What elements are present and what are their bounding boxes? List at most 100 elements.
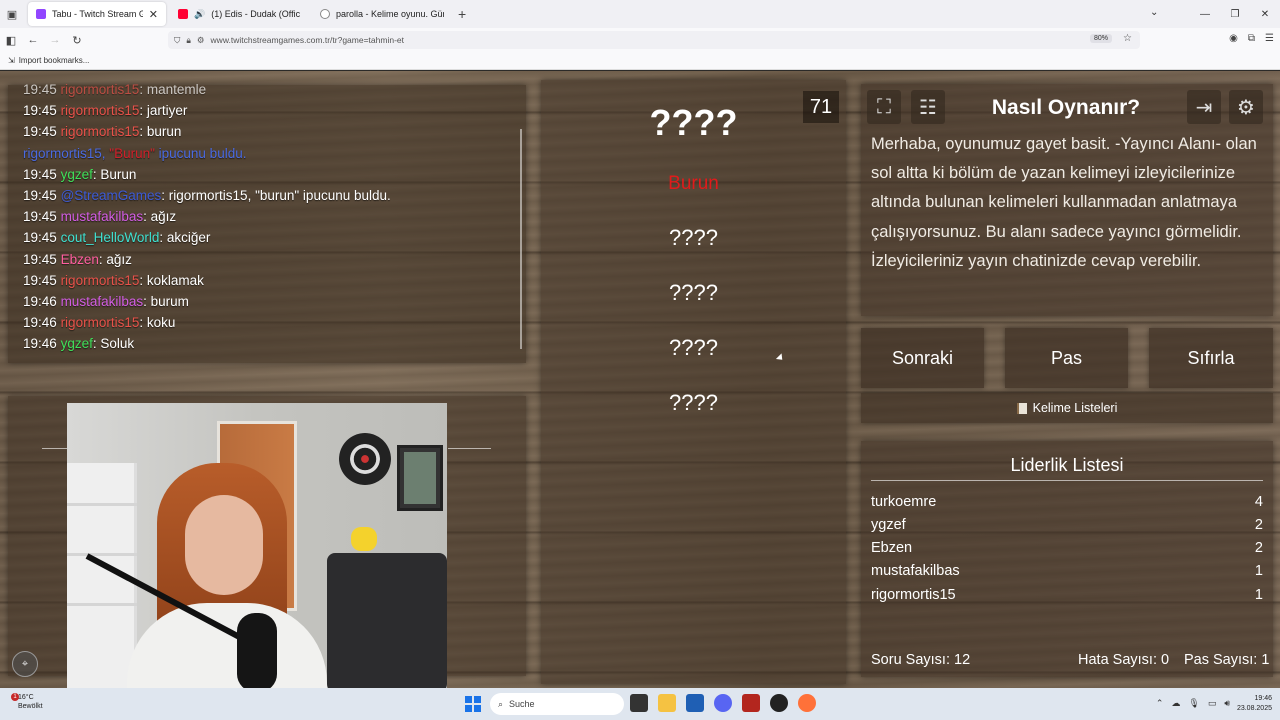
chat-line: 19:45 rigormortis15: koklamak [23,272,204,288]
notes-icon[interactable]: ☷ [911,90,945,124]
word-lists-button[interactable]: Kelime Listeleri [861,393,1273,423]
leaderboard-row: rigormortis15 1 [871,587,1263,603]
how-to-play-panel: ⛶ ☷ Nasıl Oynanır? ⇥ ⚙ Merhaba, oyunumuz… [861,84,1273,316]
account-icon[interactable]: ◉ [1229,33,1238,44]
extensions-icon[interactable]: ⧉ [1248,33,1255,44]
tab-title: Tabu - Twitch Stream Games [52,9,143,19]
chat-line: 19:46 ygzef: Soluk [23,336,135,352]
chat-line: 19:45 rigormortis15: jartiyer [23,103,188,119]
chat-messages: 19:45 rigormortis15: mantemle 19:45 rigo… [23,79,391,355]
twitch-icon [36,9,46,19]
back-icon[interactable]: ← [22,34,44,46]
reset-button[interactable]: Sıfırla [1149,328,1273,388]
next-button[interactable]: Sonraki [861,328,984,388]
restore-icon[interactable]: ❐ [1220,9,1250,20]
chat-line: 19:45 rigormortis15: mantemle [23,82,207,97]
zoom-badge[interactable]: 80% [1089,34,1112,43]
close-icon[interactable]: ✕ [149,8,158,21]
windows-taskbar: 1 16°C Bewölkt ⌕ Suche ⌃ ☁ 🎙︎ ▭ 🔊︎ 19:46… [0,688,1280,720]
store-icon[interactable] [686,694,704,712]
clock-date: 23.08.2025 [1236,705,1272,712]
fullscreen-icon[interactable]: ⛶ [867,90,901,124]
masked-word: ???? [669,280,718,305]
cloud-icon[interactable]: ☁ [1171,698,1180,709]
tab-youtube[interactable]: 🔊 (1) Edis - Dudak (Official Vi [170,2,308,26]
sidebar-icon[interactable]: ◧ [0,34,22,47]
tab-overview-icon[interactable]: ▣ [0,0,24,28]
system-tray: ⌃ ☁ 🎙︎ ▭ 🔊︎ [1156,698,1230,709]
permissions-icon[interactable]: ⚙ [197,35,205,46]
taskbar-clock[interactable]: 19:46 23.08.2025 [1237,694,1272,714]
tab-title: (1) Edis - Dudak (Official Vi [211,9,300,19]
forward-icon[interactable]: → [44,34,66,46]
app-icon[interactable] [742,694,760,712]
chat-line: 19:45 cout_HelloWorld: akciğer [23,230,211,246]
obs-icon[interactable] [770,694,788,712]
gear-icon[interactable]: ⚙ [1229,90,1263,124]
taskbar-apps [630,694,816,712]
tab-tabu[interactable]: Tabu - Twitch Stream Games ✕ [28,2,166,26]
windows-start-icon[interactable] [465,696,481,712]
weather-temp: 16°C [18,694,34,701]
url-text[interactable]: www.twitchstreamgames.com.tr/tr?game=tah… [211,35,404,45]
pass-button[interactable]: Pas [1005,328,1128,388]
chat-line: rigormortis15, "Burun" ipucunu buldu. [23,145,247,161]
bookmarks-bar: ⇲ Import bookmarks... [0,52,1280,70]
minimize-icon[interactable]: — [1190,9,1220,20]
parolla-icon [320,9,330,19]
chat-scrollbar[interactable] [520,129,522,349]
tab-parolla[interactable]: parolla - Kelime oyunu. Günlük [312,2,452,26]
question-count: Soru Sayısı: 12 [871,652,971,668]
import-icon: ⇲ [8,56,15,65]
chat-line: 19:45 Ebzen: ağız [23,251,132,267]
chat-panel: 19:45 rigormortis15: mantemle 19:45 rigo… [8,82,526,363]
found-hint-word: Burun [668,173,719,194]
chat-line: 19:45 rigormortis15: burun [23,124,182,140]
list-tabs-icon[interactable]: ⌄ [1150,7,1158,18]
leaderboard-row: turkoemre 4 [871,494,1263,510]
masked-word: ???? [669,390,718,415]
discord-icon[interactable] [714,694,732,712]
new-tab-button[interactable]: + [458,6,466,22]
leaderboard-panel: Liderlik Listesi turkoemre 4 ygzef 2 Ebzen… [861,441,1273,677]
divider [42,448,67,449]
masked-word: ???? [669,225,718,250]
pass-count: Pas Sayısı: 1 [1184,652,1270,668]
notification-badge: 1 [11,693,19,701]
main-word: ???? [649,102,738,143]
chat-line: 19:45 @StreamGames: rigormortis15, "buru… [23,188,391,204]
help-text: Merhaba, oyunumuz gayet basit. -Yayıncı … [871,135,1257,270]
lock-icon[interactable]: 🔒︎ [186,35,191,46]
weather-desc: Bewölkt [18,703,43,710]
chat-line: 19:45 mustafakilbas: ağız [23,209,177,225]
shield-icon[interactable]: ⛉ [174,35,180,46]
youtube-icon [178,9,188,19]
leaderboard-row: mustafakilbas 1 [871,563,1263,579]
menu-icon[interactable]: ☰ [1265,33,1274,44]
task-view-icon[interactable] [630,694,648,712]
word-lists-label: Kelime Listeleri [1032,401,1118,415]
chat-line: 19:45 ygzef: Burun [23,166,137,182]
chat-line: 19:46 rigormortis15: koku [23,315,176,331]
import-bookmarks-link[interactable]: Import bookmarks... [19,56,90,65]
volume-icon[interactable]: 🔊︎ [1224,698,1230,709]
close-window-icon[interactable]: ✕ [1250,9,1280,20]
bookmark-star-icon[interactable]: ☆ [1123,33,1132,44]
word-column: 71 ???? Burun ???? ???? ???? ???? [541,80,846,684]
file-explorer-icon[interactable] [658,694,676,712]
leaderboard-row: ygzef 2 [871,517,1263,533]
audio-icon[interactable]: 🔊 [194,9,205,20]
mic-icon[interactable]: 🎙︎ [1188,698,1199,709]
book-icon [1016,402,1027,414]
weather-widget[interactable]: 1 16°C Bewölkt [11,693,43,711]
search-placeholder: Suche [509,699,535,709]
firefox-icon[interactable] [798,694,816,712]
network-icon[interactable]: ▭ [1208,698,1217,709]
compass-icon[interactable]: ⌖ [12,651,38,677]
browser-tab-bar: ▣ Tabu - Twitch Stream Games ✕ 🔊 (1) Edi… [0,0,1280,28]
chevron-up-icon[interactable]: ⌃ [1156,698,1164,709]
logout-icon[interactable]: ⇥ [1187,90,1221,124]
taskbar-search[interactable]: ⌕ Suche [490,693,624,715]
reload-icon[interactable]: ↻ [66,34,88,47]
url-bar[interactable]: ⛉ 🔒︎ ⚙ www.twitchstreamgames.com.tr/tr?g… [168,31,1140,49]
